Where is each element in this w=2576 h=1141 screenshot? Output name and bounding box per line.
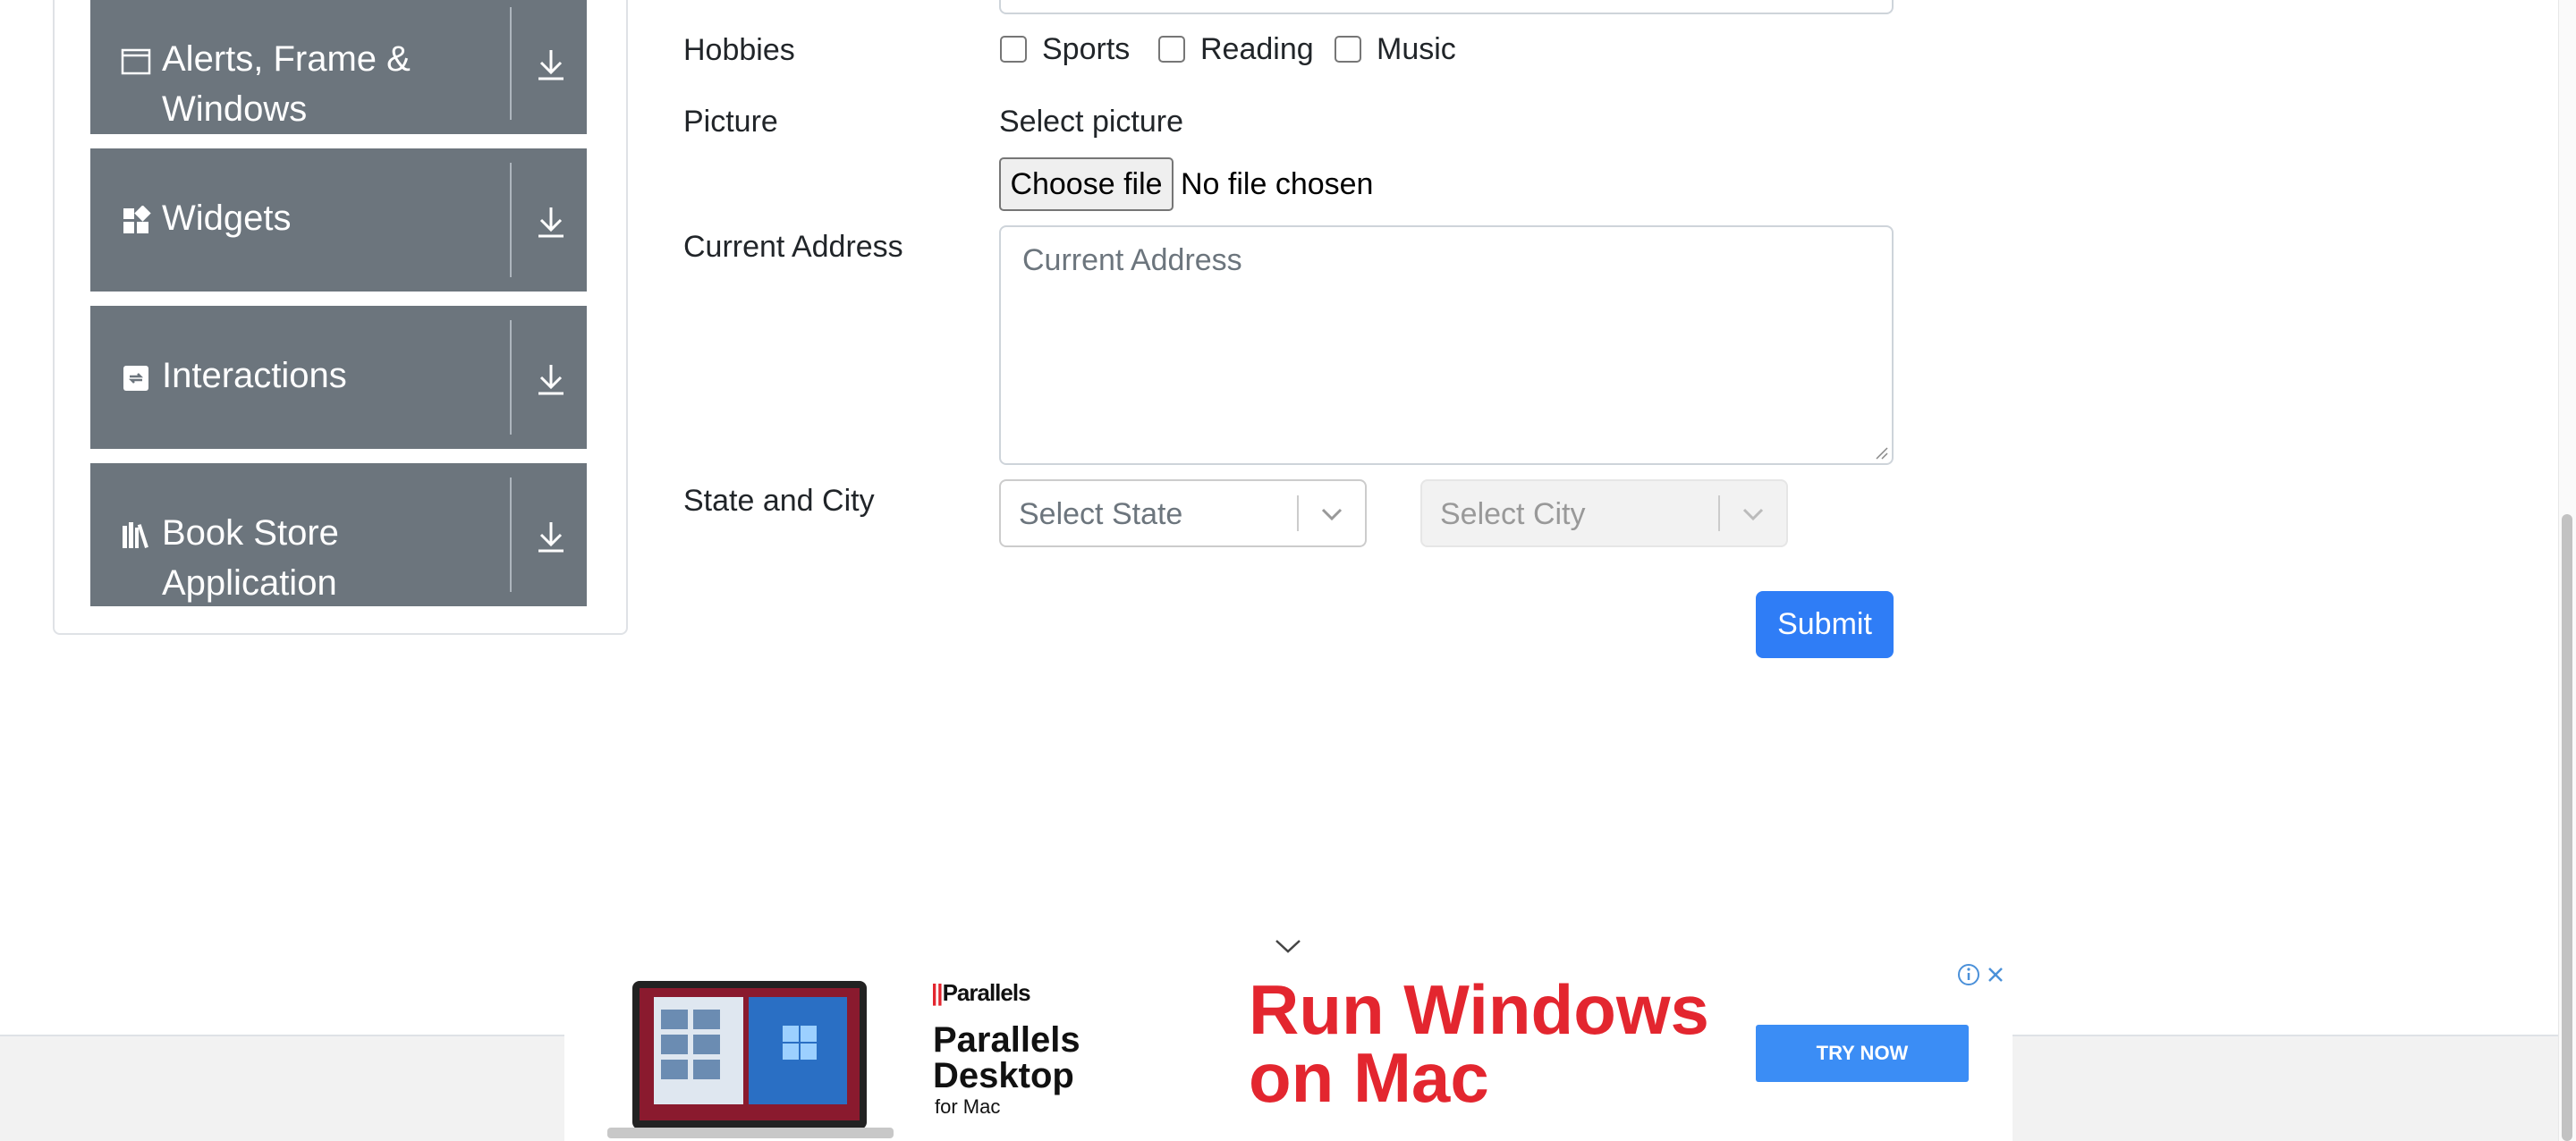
resize-handle-icon[interactable]	[1874, 445, 1888, 460]
book-store-icon	[123, 522, 148, 548]
laptop-image	[607, 981, 894, 1138]
city-select[interactable]: Select City	[1420, 479, 1788, 547]
state-select[interactable]: Select State	[999, 479, 1367, 547]
download-icon[interactable]	[533, 46, 569, 82]
scrollbar-thumb[interactable]	[2562, 514, 2572, 1141]
divider	[510, 320, 512, 435]
sidebar-group-label: Interactions	[162, 356, 347, 395]
current-address-placeholder: Current Address	[1022, 243, 1242, 277]
current-address-textarea[interactable]: Current Address	[999, 225, 1894, 465]
window-icon	[121, 48, 151, 75]
checkbox-reading[interactable]	[1158, 36, 1185, 63]
checkbox-music[interactable]	[1335, 36, 1361, 63]
sidebar-group-interactions[interactable]: Interactions	[90, 306, 587, 449]
divider	[510, 478, 512, 592]
sidebar-group-alerts-frame-windows[interactable]: Alerts, Frame & Windows	[90, 0, 587, 134]
interactions-icon	[123, 366, 148, 391]
download-icon[interactable]	[533, 361, 569, 397]
info-icon[interactable]	[1955, 961, 1982, 988]
city-select-placeholder: Select City	[1440, 497, 1586, 531]
file-status: No file chosen	[1181, 167, 1374, 201]
sidebar-group-label: Alerts, Frame & Windows	[162, 39, 411, 129]
sidebar-group-label: Widgets	[162, 199, 292, 238]
checkbox-label-music[interactable]: Music	[1377, 31, 1456, 67]
ad-product-name: Parallels Desktop	[933, 1020, 1080, 1095]
hobbies-label: Hobbies	[683, 33, 795, 67]
ad-headline: Run Windows on Mac	[1249, 970, 1709, 1117]
previous-input-field[interactable]	[999, 0, 1894, 14]
checkbox-sports[interactable]	[1000, 36, 1027, 63]
submit-button[interactable]: Submit	[1756, 591, 1894, 658]
widgets-icon	[123, 206, 151, 233]
parallels-logo: ||Parallels	[931, 979, 1031, 1006]
download-icon[interactable]	[533, 519, 569, 554]
close-icon[interactable]	[1982, 961, 2009, 988]
ad-product-subtitle: for Mac	[935, 1095, 1001, 1118]
divider	[510, 7, 512, 120]
current-address-label: Current Address	[683, 230, 903, 264]
choose-file-button[interactable]: Choose file	[999, 157, 1174, 211]
chevron-down-icon[interactable]	[1738, 501, 1768, 528]
state-city-label: State and City	[683, 484, 875, 518]
try-now-button[interactable]: TRY NOW	[1756, 1025, 1969, 1082]
divider	[510, 163, 512, 277]
sidebar-group-label: Book Store Application	[162, 513, 339, 603]
sidebar-group-book-store[interactable]: Book Store Application	[90, 463, 587, 606]
select-separator	[1297, 495, 1299, 531]
state-select-placeholder: Select State	[1019, 497, 1183, 531]
picture-label: Picture	[683, 105, 778, 139]
chevron-down-icon[interactable]	[1274, 937, 1302, 955]
chevron-down-icon[interactable]	[1317, 501, 1347, 528]
checkbox-label-sports[interactable]: Sports	[1042, 31, 1130, 67]
download-icon[interactable]	[533, 204, 569, 240]
checkbox-label-reading[interactable]: Reading	[1200, 31, 1314, 67]
sidebar-group-widgets[interactable]: Widgets	[90, 148, 587, 292]
select-separator	[1718, 495, 1720, 531]
advertisement-banner[interactable]: ||Parallels Parallels Desktop for Mac Run…	[564, 961, 2012, 1141]
select-picture-label: Select picture	[999, 105, 1183, 139]
